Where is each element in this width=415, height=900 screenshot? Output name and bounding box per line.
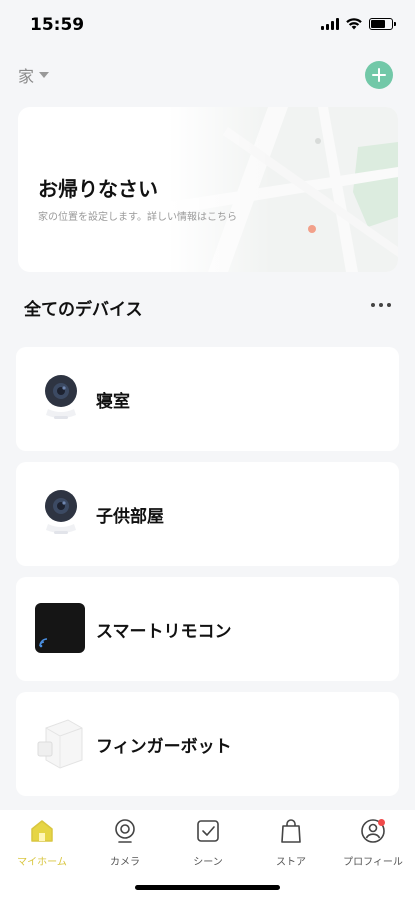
tab-store[interactable]: ストア xyxy=(251,818,331,868)
tab-label: ストア xyxy=(276,857,306,868)
device-card-bedroom[interactable]: 寝室 xyxy=(16,347,399,451)
welcome-subtitle[interactable]: 家の位置を設定します。詳しい情報はこちら xyxy=(38,208,237,223)
device-name: フィンガーボット xyxy=(96,737,232,757)
shopping-bag-icon xyxy=(281,819,301,843)
section-title: 全てのデバイス xyxy=(24,300,143,320)
battery-icon xyxy=(369,18,396,30)
device-card-fingerbot[interactable]: フィンガーボット xyxy=(16,692,399,796)
tab-label: プロフィール xyxy=(343,857,403,868)
camera-icon xyxy=(45,375,77,419)
device-name: 寝室 xyxy=(96,392,130,412)
home-name: 家 xyxy=(18,67,35,86)
map-thumbnail xyxy=(168,107,398,272)
camera-icon xyxy=(45,490,77,534)
status-time: 15:59 xyxy=(30,15,85,35)
status-bar: 15:59 xyxy=(0,0,415,50)
home-selector[interactable]: 家 xyxy=(18,63,50,87)
wifi-icon xyxy=(346,18,362,30)
tab-my-home[interactable]: マイホーム xyxy=(2,818,82,868)
tab-label: シーン xyxy=(193,857,223,868)
tab-camera[interactable]: カメラ xyxy=(85,818,165,868)
profile-icon xyxy=(361,819,385,843)
add-device-button[interactable] xyxy=(365,61,393,89)
home-indicator xyxy=(135,885,280,890)
device-card-kids-room[interactable]: 子供部屋 xyxy=(16,462,399,566)
status-icons xyxy=(321,18,396,30)
scene-check-icon xyxy=(197,820,219,842)
remote-hub-icon xyxy=(35,603,85,653)
fingerbot-icon xyxy=(37,719,83,769)
tab-scene[interactable]: シーン xyxy=(168,818,248,868)
camera-tab-icon xyxy=(115,819,135,843)
cellular-signal-icon xyxy=(321,18,339,30)
device-name: スマートリモコン xyxy=(96,622,232,642)
home-icon xyxy=(31,820,53,842)
device-name: 子供部屋 xyxy=(96,507,164,527)
more-options-icon[interactable] xyxy=(371,303,391,307)
tab-label: マイホーム xyxy=(17,857,67,868)
tab-profile[interactable]: プロフィール xyxy=(333,818,413,868)
tab-label: カメラ xyxy=(110,857,140,868)
caret-down-icon xyxy=(39,72,50,78)
notification-badge xyxy=(378,819,385,826)
device-card-smart-remote[interactable]: スマートリモコン xyxy=(16,577,399,681)
welcome-title: お帰りなさい xyxy=(38,177,158,201)
welcome-card[interactable]: お帰りなさい 家の位置を設定します。詳しい情報はこちら xyxy=(18,107,398,272)
